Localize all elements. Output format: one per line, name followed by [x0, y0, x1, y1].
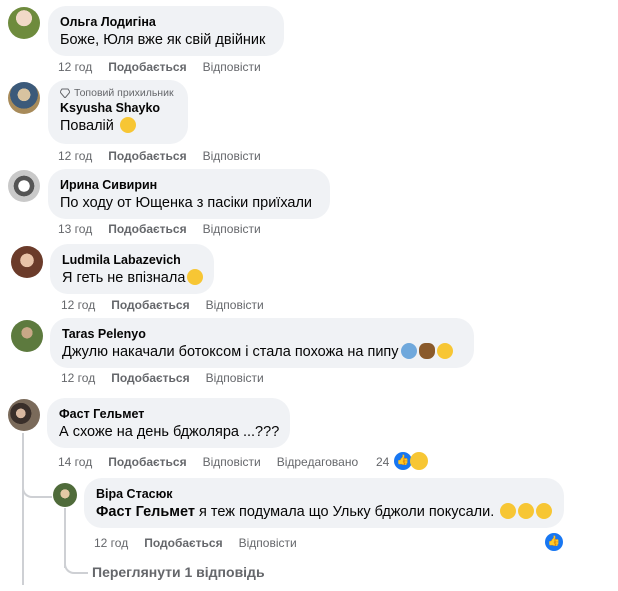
comment-author[interactable]: Taras Pelenyo — [62, 326, 462, 342]
comment-text: Я геть не впізнала — [62, 268, 204, 288]
comment-actions: 12 год Подобається Відповісти — [58, 149, 261, 163]
laughing-emoji-icon — [500, 503, 517, 519]
reply-text-content: я теж подумала що Ульку бджоли покусали. — [199, 504, 495, 520]
thread-line — [22, 433, 24, 585]
avatar[interactable] — [8, 170, 40, 202]
wink-emoji-icon — [119, 117, 136, 133]
clown-emoji-icon — [400, 343, 417, 359]
comment-author[interactable]: Ольга Лодигіна — [60, 14, 272, 30]
reply-thread-line — [64, 508, 66, 568]
comment-bubble: Топовий прихильник Ksyusha Shayko Повалі… — [48, 80, 188, 144]
reply-text: Фаст Гельмет я теж подумала що Ульку бдж… — [96, 502, 553, 522]
avatar[interactable] — [11, 320, 43, 352]
avatar[interactable] — [8, 82, 40, 114]
laughing-emoji-icon — [436, 343, 453, 359]
comment-text: По ходу от Ющенка з пасіки приїхали — [60, 195, 313, 211]
comment-text-content: Повалій — [60, 118, 114, 134]
comment-bubble: Ирина Сивирин По ходу от Ющенка з пасіки… — [48, 169, 330, 219]
comment-text: Джулю накачали ботоксом і стала похожа н… — [62, 342, 462, 362]
comment-author[interactable]: Ksyusha Shayko — [60, 100, 176, 116]
comment-bubble: Ludmila Labazevich Я геть не впізнала — [50, 244, 214, 294]
comment-time[interactable]: 12 год — [61, 298, 95, 312]
comment-actions: 14 год Подобається Відповісти Відредагов… — [58, 455, 358, 469]
like-button[interactable]: Подобається — [111, 298, 189, 312]
comment-bubble: Taras Pelenyo Джулю накачали ботоксом і … — [50, 318, 474, 368]
reply-button[interactable]: Відповісти — [203, 60, 261, 74]
comment-text: Боже, Юля вже як свій двійник — [60, 32, 266, 48]
like-button[interactable]: Подобається — [108, 455, 186, 469]
top-fan-badge: Топовий прихильник — [60, 86, 176, 100]
avatar[interactable] — [11, 246, 43, 278]
comment-time[interactable]: 12 год — [58, 149, 92, 163]
reply-connector — [22, 486, 52, 498]
haha-reaction-icon[interactable] — [410, 452, 428, 470]
like-button[interactable]: Подобається — [144, 536, 222, 550]
comment-text-content: Джулю накачали ботоксом і стала похожа н… — [62, 344, 399, 360]
reply-button[interactable]: Відповісти — [206, 298, 264, 312]
like-button[interactable]: Подобається — [108, 222, 186, 236]
teary-emoji-icon — [187, 269, 204, 285]
reply-button[interactable]: Відповісти — [239, 536, 297, 550]
reply-time[interactable]: 12 год — [94, 536, 128, 550]
comment-time[interactable]: 12 год — [61, 371, 95, 385]
reply-bubble: Віра Стасюк Фаст Гельмет я теж подумала … — [84, 478, 564, 528]
comment-author[interactable]: Фаст Гельмет — [59, 406, 278, 422]
like-button[interactable]: Подобається — [108, 149, 186, 163]
comment-time[interactable]: 12 год — [58, 60, 92, 74]
view-replies-button[interactable]: Переглянути 1 відповідь — [92, 564, 265, 580]
like-reaction-icon[interactable]: 👍 — [545, 533, 563, 551]
reaction-count[interactable]: 24 — [376, 455, 389, 469]
comment-actions: 12 год Подобається Відповісти — [61, 298, 264, 312]
comment-actions: 12 год Подобається Відповісти — [61, 371, 264, 385]
reply-actions: 12 год Подобається Відповісти — [94, 536, 297, 550]
diamond-icon — [60, 88, 70, 98]
badge-label: Топовий прихильник — [74, 87, 174, 99]
comment-time[interactable]: 14 год — [58, 455, 92, 469]
view-replies-connector — [64, 560, 88, 574]
comment-time[interactable]: 13 год — [58, 222, 92, 236]
comment-actions: 13 год Подобається Відповісти — [58, 222, 261, 236]
comment-bubble: Ольга Лодигіна Боже, Юля вже як свій дві… — [48, 6, 284, 56]
comment-author[interactable]: Ludmila Labazevich — [62, 252, 202, 268]
comment-text-content: Я геть не впізнала — [62, 270, 186, 286]
laughing-emoji-icon — [536, 503, 553, 519]
comment-text: Повалій — [60, 116, 176, 136]
reply-avatar[interactable] — [53, 483, 77, 507]
reply-button[interactable]: Відповісти — [203, 455, 261, 469]
poop-emoji-icon — [418, 343, 435, 359]
comment-actions: 12 год Подобається Відповісти — [58, 60, 261, 74]
edited-label[interactable]: Відредаговано — [277, 455, 358, 469]
comment-text: А схоже на день бджоляра ...??? — [59, 424, 280, 440]
grinning-emoji-icon — [518, 503, 535, 519]
reply-author[interactable]: Віра Стасюк — [96, 486, 552, 502]
comment-bubble: Фаст Гельмет А схоже на день бджоляра ..… — [47, 398, 290, 448]
mention-link[interactable]: Фаст Гельмет — [96, 504, 195, 520]
like-button[interactable]: Подобається — [108, 60, 186, 74]
avatar[interactable] — [8, 7, 40, 39]
like-button[interactable]: Подобається — [111, 371, 189, 385]
comment-author[interactable]: Ирина Сивирин — [60, 177, 318, 193]
avatar[interactable] — [8, 399, 40, 431]
reply-button[interactable]: Відповісти — [206, 371, 264, 385]
reply-button[interactable]: Відповісти — [203, 149, 261, 163]
reply-button[interactable]: Відповісти — [203, 222, 261, 236]
